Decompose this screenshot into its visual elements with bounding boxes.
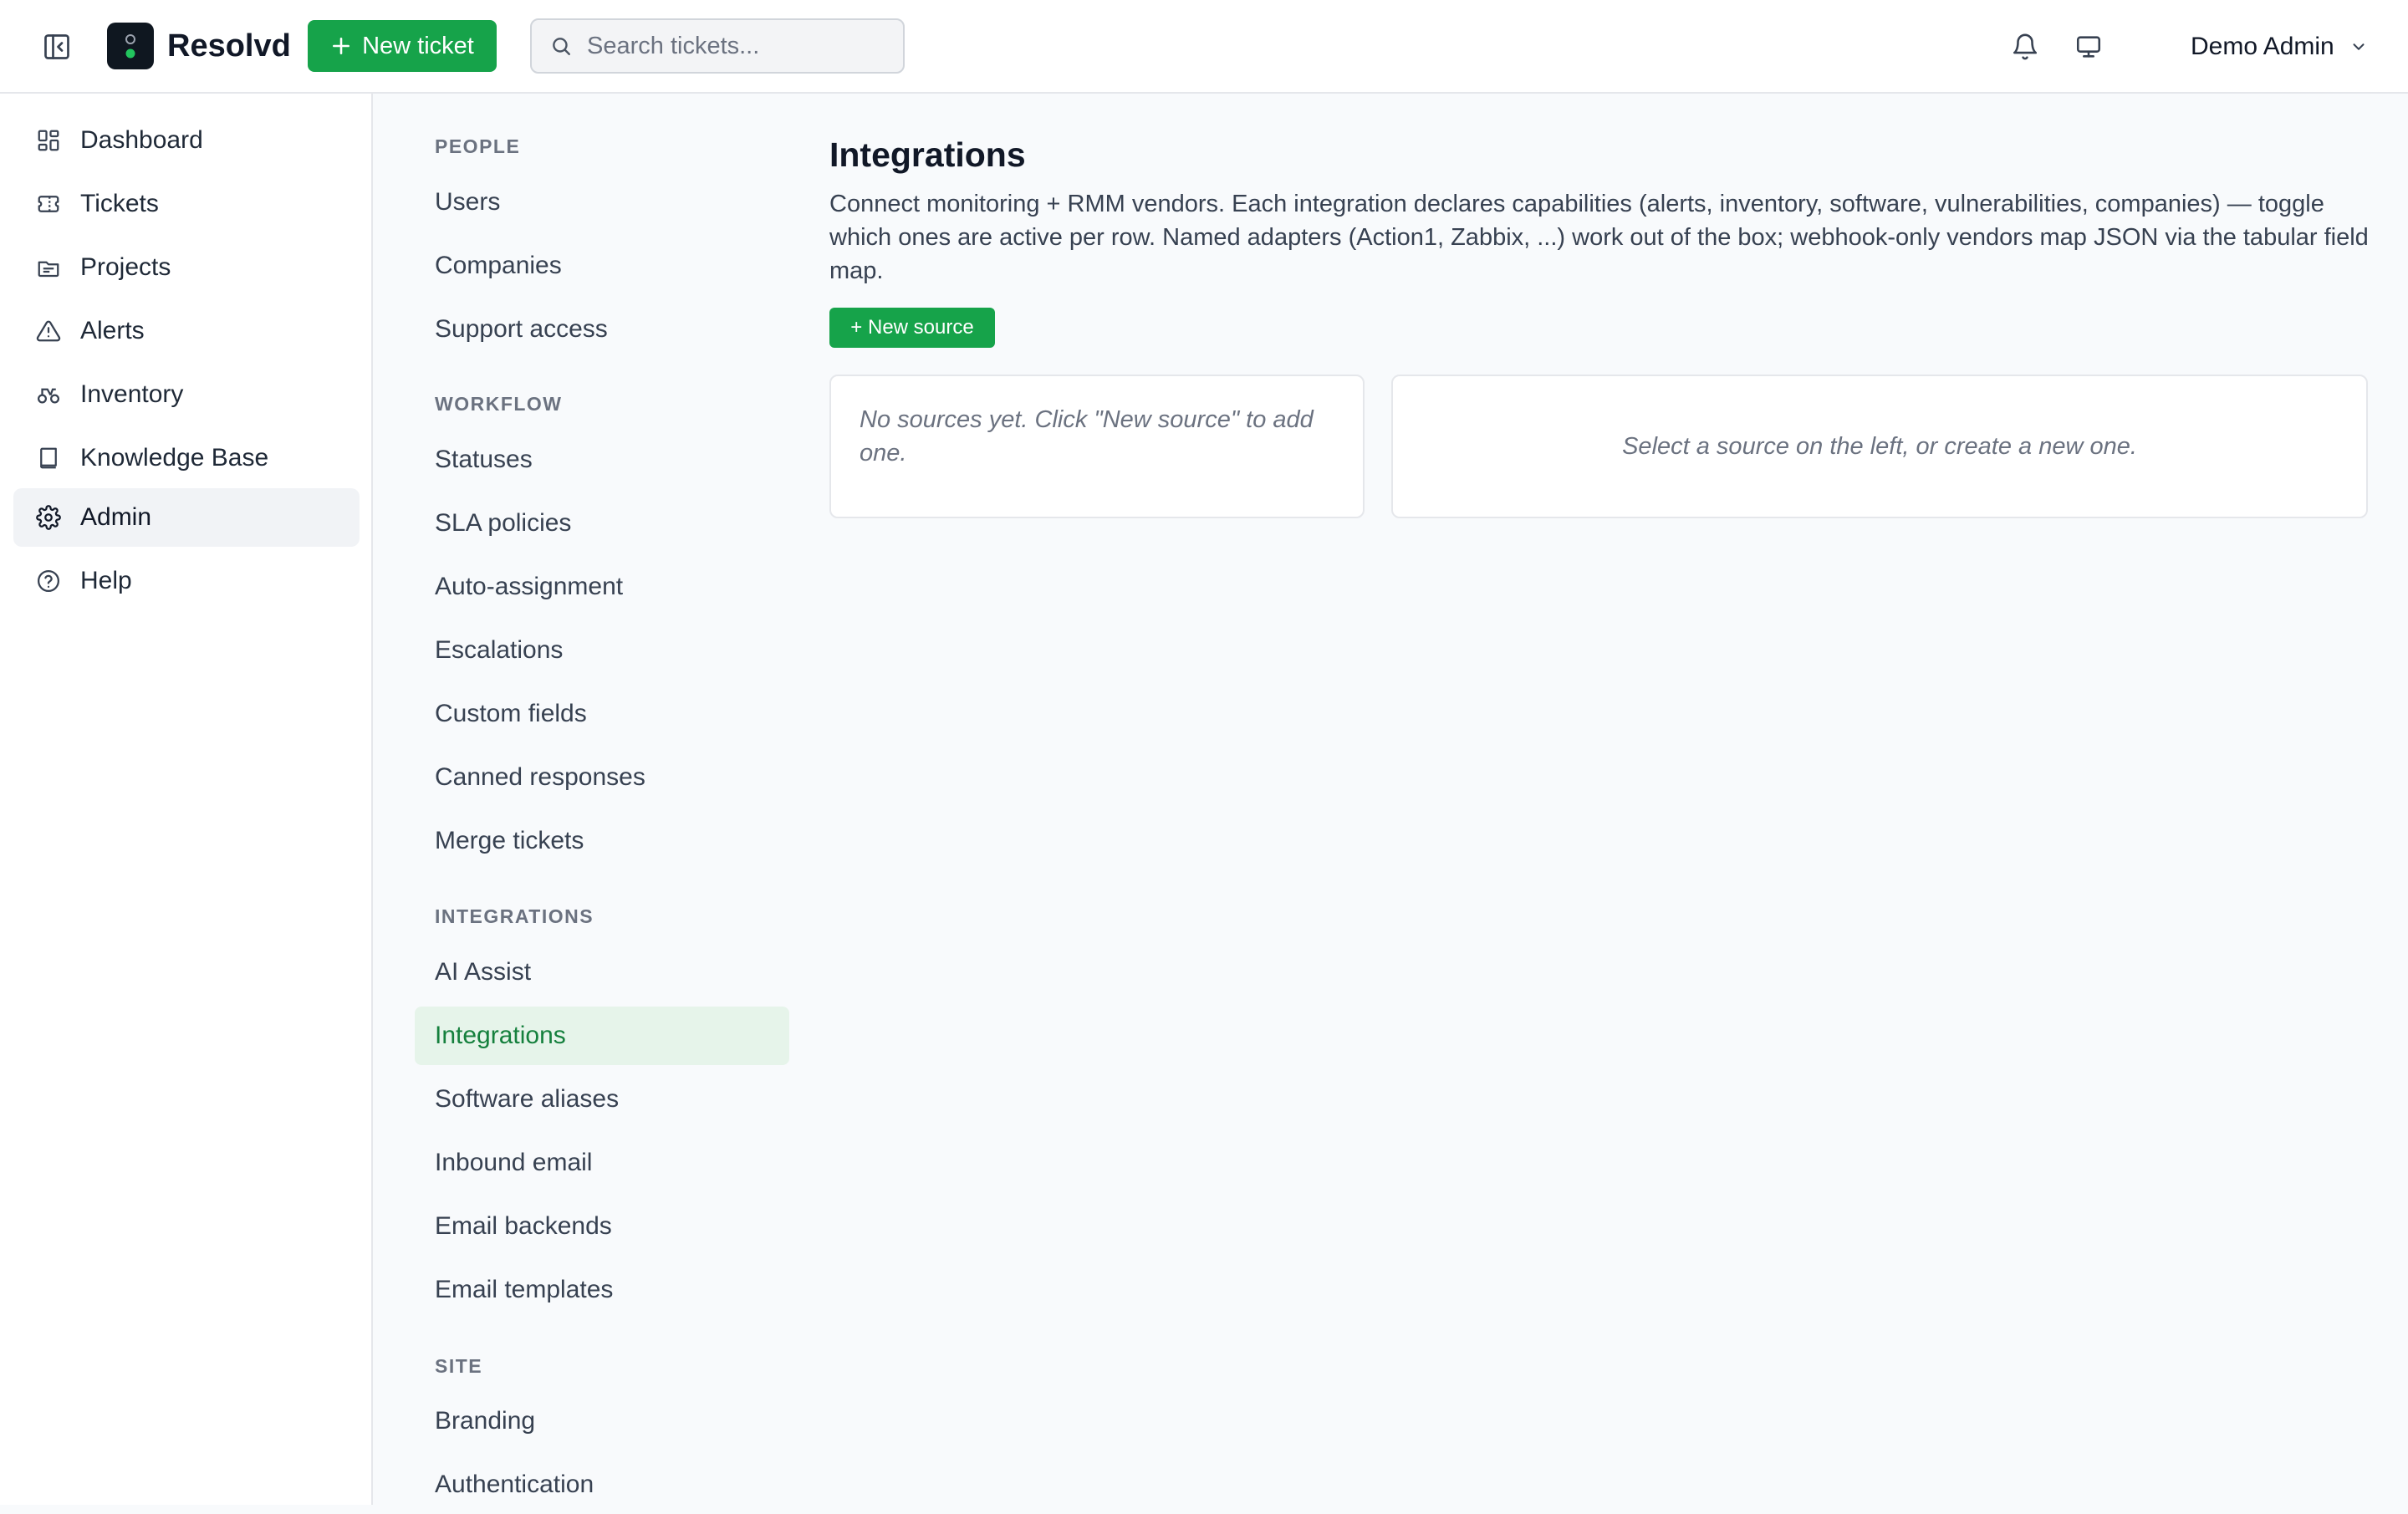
admin-nav-item-ai-assist[interactable]: AI Assist: [415, 943, 789, 1002]
admin-nav-item-companies[interactable]: Companies: [415, 237, 789, 295]
sidebar-item-label: Tickets: [80, 190, 159, 217]
new-ticket-button[interactable]: New ticket: [308, 20, 497, 72]
new-source-button[interactable]: + New source: [829, 308, 995, 348]
sidebar-item-help[interactable]: Help: [13, 552, 360, 610]
sidebar-item-dashboard[interactable]: Dashboard: [13, 111, 360, 170]
dashboard-icon: [32, 124, 65, 157]
sidebar-item-label: Admin: [80, 503, 152, 531]
admin-nav-item-auto-assignment[interactable]: Auto-assignment: [415, 558, 789, 616]
sidebar-item-alerts[interactable]: Alerts: [13, 302, 360, 360]
admin-nav-item-statuses[interactable]: Statuses: [415, 431, 789, 489]
sidebar-item-label: Dashboard: [80, 126, 203, 154]
brand-name: Resolvd: [167, 28, 291, 64]
admin-nav-item-sla-policies[interactable]: SLA policies: [415, 494, 789, 553]
admin-nav-item-users[interactable]: Users: [415, 173, 789, 232]
ticket-icon: [32, 187, 65, 221]
empty-detail-message: Select a source on the left, or create a…: [1622, 433, 2137, 460]
admin-nav-item-branding[interactable]: Branding: [415, 1392, 789, 1450]
monitor-icon[interactable]: [2072, 30, 2105, 64]
sidebar-item-inventory[interactable]: Inventory: [13, 365, 360, 424]
book-icon: [32, 441, 65, 475]
sidebar-item-admin[interactable]: Admin: [13, 488, 360, 547]
page-title: Integrations: [829, 135, 1026, 174]
admin-nav-item-email-backends[interactable]: Email backends: [415, 1197, 789, 1256]
projects-icon: [32, 251, 65, 284]
brand-logo[interactable]: [107, 23, 154, 69]
sidebar: Dashboard Tickets Projects Alerts Invent…: [0, 94, 373, 1505]
search-icon: [553, 38, 570, 55]
admin-nav-item-integrations[interactable]: Integrations: [415, 1007, 789, 1065]
user-name: Demo Admin: [2191, 33, 2334, 60]
bell-icon[interactable]: [2008, 30, 2042, 64]
search-box[interactable]: [530, 18, 905, 74]
admin-nav: PEOPLE Users Companies Support access WO…: [373, 94, 808, 1505]
sidebar-item-label: Help: [80, 567, 132, 594]
admin-nav-item-merge-tickets[interactable]: Merge tickets: [415, 812, 789, 870]
sidebar-item-tickets[interactable]: Tickets: [13, 175, 360, 233]
sidebar-item-label: Projects: [80, 253, 171, 281]
sidebar-item-label: Knowledge Base: [80, 444, 269, 472]
section-label-workflow: WORKFLOW: [435, 393, 563, 415]
plus-icon: [333, 38, 350, 54]
sidebar-item-knowledge-base[interactable]: Knowledge Base: [13, 429, 360, 487]
section-label-people: PEOPLE: [435, 135, 521, 157]
sidebar-item-label: Alerts: [80, 317, 145, 344]
page-description: Connect monitoring + RMM vendors. Each i…: [829, 191, 2369, 284]
admin-nav-item-email-templates[interactable]: Email templates: [415, 1261, 789, 1319]
sidebar-item-projects[interactable]: Projects: [13, 238, 360, 297]
alert-triangle-icon: [32, 314, 65, 348]
section-label-site: SITE: [435, 1355, 483, 1377]
sources-list-panel: No sources yet. Click "New source" to ad…: [829, 375, 1365, 518]
user-menu[interactable]: Demo Admin: [2191, 28, 2368, 65]
chevron-down-icon: [2353, 43, 2365, 50]
gear-icon: [32, 501, 65, 534]
top-bar: Resolvd New ticket Demo Admin: [0, 0, 2408, 94]
admin-nav-item-software-aliases[interactable]: Software aliases: [415, 1070, 789, 1129]
admin-nav-item-custom-fields[interactable]: Custom fields: [415, 685, 789, 743]
admin-nav-item-inbound-email[interactable]: Inbound email: [415, 1134, 789, 1192]
admin-nav-item-canned-responses[interactable]: Canned responses: [415, 748, 789, 807]
help-circle-icon: [32, 564, 65, 598]
section-label-integrations: INTEGRATIONS: [435, 905, 594, 927]
new-ticket-label: New ticket: [362, 32, 474, 59]
empty-sources-message: No sources yet. Click "New source" to ad…: [860, 406, 1314, 466]
sidebar-toggle-icon[interactable]: [40, 32, 74, 62]
admin-nav-item-escalations[interactable]: Escalations: [415, 621, 789, 680]
inventory-icon: [32, 378, 65, 411]
sidebar-item-label: Inventory: [80, 380, 184, 408]
source-detail-panel: Select a source on the left, or create a…: [1391, 375, 2368, 518]
admin-nav-item-authentication[interactable]: Authentication: [415, 1455, 789, 1514]
search-input[interactable]: [585, 31, 886, 61]
admin-nav-item-support-access[interactable]: Support access: [415, 300, 789, 359]
